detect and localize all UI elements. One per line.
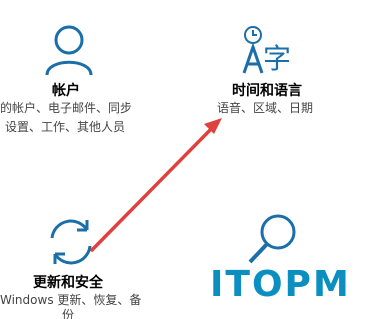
settings-screen: 帐户 的帐户、电子邮件、同步 设置、工作、其他人员 字 时间和语言 语音、区域、…: [0, 0, 371, 319]
watermark-logo: ITOPM: [210, 264, 351, 305]
